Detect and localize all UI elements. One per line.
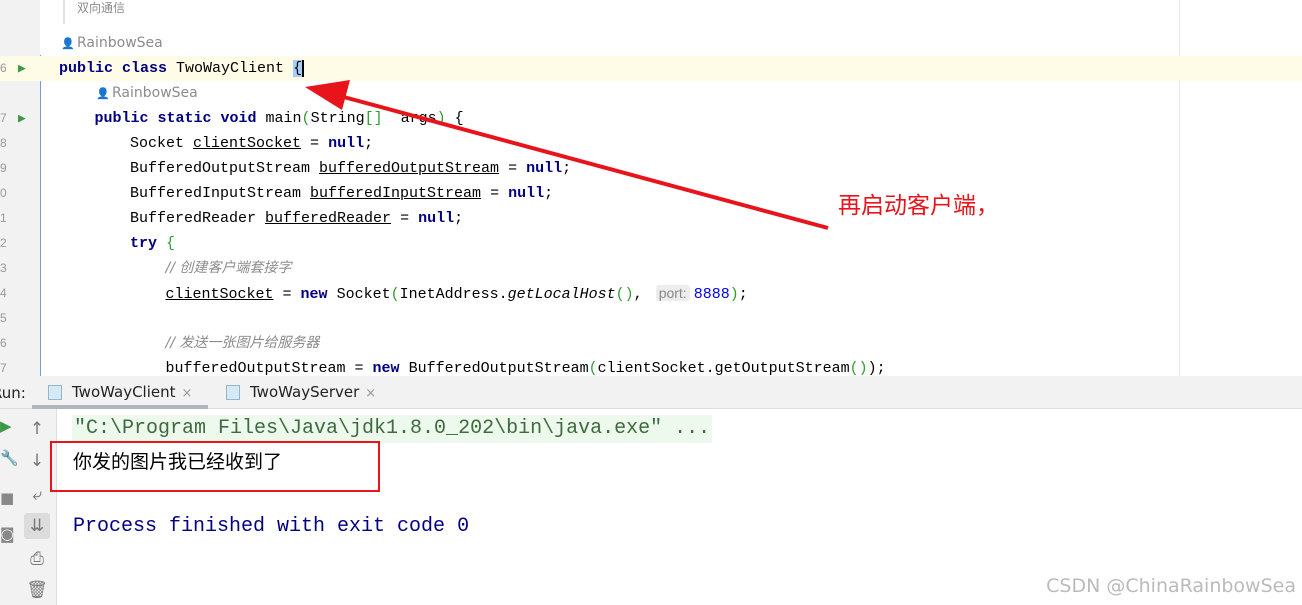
annotation-text: 再启动客户端， — [838, 193, 999, 219]
annotation-arrow — [305, 80, 829, 230]
watermark: CSDN @ChinaRainbowSea — [1046, 575, 1296, 597]
